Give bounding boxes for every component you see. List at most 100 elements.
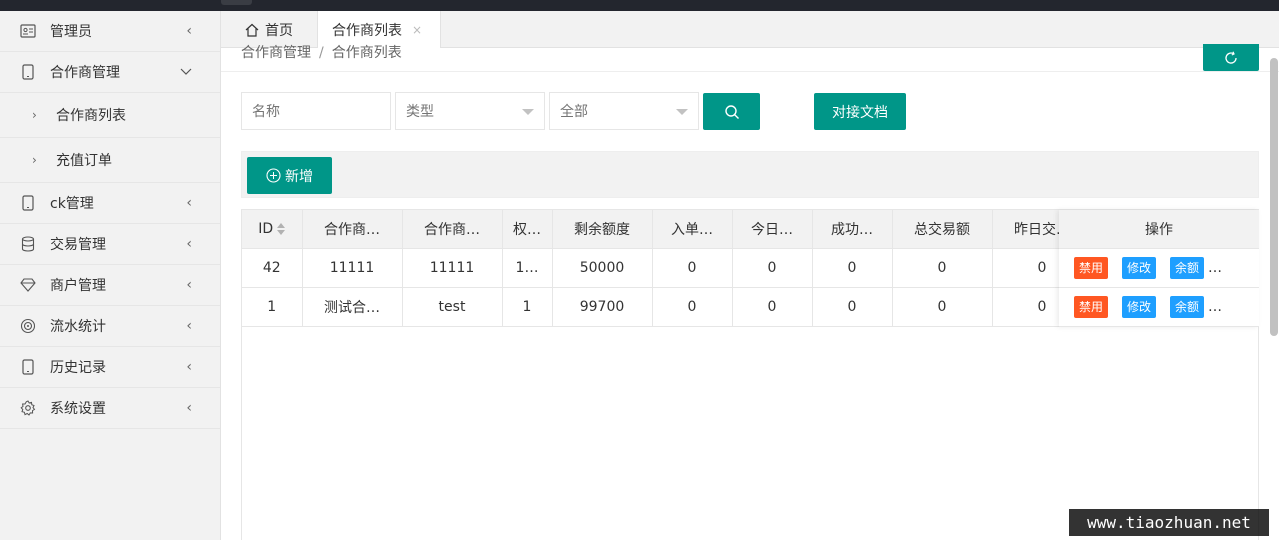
column-header: 合作商… [402, 210, 503, 249]
chevron-left-icon: ‹ [186, 318, 192, 334]
table-row[interactable]: 42 11111 11111 1… 50000 0 0 0 0 0 [242, 248, 1093, 288]
balance-button[interactable]: 余额 [1170, 257, 1205, 279]
search-button[interactable] [703, 93, 760, 130]
sidebar-subitem-recharge-orders[interactable]: › 充值订单 [0, 138, 220, 183]
sidebar-item-statistics[interactable]: 流水统计 ‹ [0, 306, 220, 347]
sidebar-item-admin[interactable]: 管理员 ‹ [0, 11, 220, 52]
type-select-value: 类型 [406, 104, 434, 120]
edit-button[interactable]: 修改 [1122, 257, 1157, 279]
name-input-placeholder: 名称 [252, 104, 280, 120]
status-select[interactable]: 全部 [549, 92, 699, 130]
sidebar: 管理员 ‹ 合作商管理 › 合作商列表 › 充值订单 ck管理 ‹ 交易管理 ‹ [0, 11, 221, 540]
refresh-button[interactable] [1203, 44, 1259, 71]
table-cell: 1… [502, 248, 553, 288]
vertical-scrollbar[interactable] [1270, 58, 1278, 336]
chevron-down-icon [180, 64, 192, 80]
breadcrumb: 合作商管理 / 合作商列表 [241, 42, 402, 62]
table-row[interactable]: 1 测试合… test 1 99700 0 0 0 0 0 [242, 287, 1093, 327]
balance-button[interactable]: 余额 [1170, 296, 1205, 318]
breadcrumb-separator: / [319, 45, 324, 61]
operations-column: 操作 禁用 修改 余额 … 禁用 修改 余额 … [1059, 210, 1259, 327]
breadcrumb-divider [221, 71, 1279, 72]
chevron-left-icon: ‹ [186, 23, 192, 39]
table-header-row: ID 合作商… 合作商… 权… 剩余额度 入单… 今日… 成功… 总交易额 昨日… [242, 210, 1093, 249]
top-bar-handle [221, 0, 252, 5]
watermark: www.tiaozhuan.net [1069, 509, 1269, 536]
partner-table: ID 合作商… 合作商… 权… 剩余额度 入单… 今日… 成功… 总交易额 昨日… [241, 209, 1259, 540]
disable-button[interactable]: 禁用 [1074, 257, 1109, 279]
chevron-left-icon: ‹ [186, 236, 192, 252]
breadcrumb-parent[interactable]: 合作商管理 [241, 45, 311, 61]
column-header: 今日… [732, 210, 813, 249]
column-header-operations: 操作 [1059, 210, 1259, 249]
table-cell: 0 [892, 248, 993, 288]
sidebar-item-label: 历史记录 [50, 360, 106, 376]
sidebar-item-label: 管理员 [50, 24, 92, 40]
edit-button[interactable]: 修改 [1122, 296, 1157, 318]
sidebar-item-partner-management[interactable]: 合作商管理 [0, 52, 220, 93]
table-cell: 测试合… [302, 287, 403, 327]
tab-label: 首页 [265, 22, 293, 39]
diamond-icon [20, 277, 36, 293]
type-select[interactable]: 类型 [395, 92, 545, 130]
more-actions[interactable]: … [1208, 299, 1222, 315]
table-cell: 0 [732, 287, 813, 327]
sidebar-item-ck-management[interactable]: ck管理 ‹ [0, 183, 220, 224]
close-icon[interactable]: × [412, 23, 422, 37]
table-cell: 1 [242, 287, 303, 327]
table-cell: 1 [502, 287, 553, 327]
table-toolbar: 新增 [241, 151, 1259, 198]
table-cell: 0 [652, 248, 733, 288]
phone-icon [20, 195, 36, 211]
table-cell: 42 [242, 248, 303, 288]
caret-down-icon [676, 109, 688, 115]
sidebar-item-label: 商户管理 [50, 278, 106, 294]
column-header: 剩余额度 [552, 210, 653, 249]
table-cell: 0 [812, 287, 893, 327]
table-cell: 11111 [302, 248, 403, 288]
sort-icon[interactable] [277, 222, 286, 235]
more-actions[interactable]: … [1208, 260, 1222, 276]
table-cell: 11111 [402, 248, 503, 288]
sidebar-subitem-label: 充值订单 [56, 153, 112, 169]
sidebar-item-label: 系统设置 [50, 401, 106, 417]
sidebar-subitem-partner-list[interactable]: › 合作商列表 [0, 93, 220, 138]
chevron-left-icon: ‹ [186, 195, 192, 211]
disable-button[interactable]: 禁用 [1074, 296, 1109, 318]
column-header: 成功… [812, 210, 893, 249]
top-bar [0, 0, 1279, 11]
database-icon [20, 236, 36, 252]
target-icon [20, 318, 36, 334]
chevron-left-icon: ‹ [186, 277, 192, 293]
phone-icon [20, 64, 36, 80]
search-icon [724, 104, 740, 120]
chevron-right-icon: › [32, 108, 37, 122]
sidebar-item-history[interactable]: 历史记录 ‹ [0, 347, 220, 388]
table-cell: 0 [892, 287, 993, 327]
add-button[interactable]: 新增 [247, 157, 332, 194]
main-content: 合作商管理 / 合作商列表 名称 类型 全部 对接文档 新增 ID 合作商… 合… [221, 44, 1279, 540]
sidebar-item-label: 交易管理 [50, 237, 106, 253]
column-header: 权… [502, 210, 553, 249]
id-card-icon [20, 23, 36, 39]
sidebar-item-merchants[interactable]: 商户管理 ‹ [0, 265, 220, 306]
phone-icon [20, 359, 36, 375]
sidebar-subitem-label: 合作商列表 [56, 108, 126, 124]
data-table: ID 合作商… 合作商… 权… 剩余额度 入单… 今日… 成功… 总交易额 昨日… [242, 210, 1093, 327]
column-header: 总交易额 [892, 210, 993, 249]
gear-icon [20, 400, 36, 416]
plus-circle-icon [266, 168, 281, 183]
sidebar-item-transactions[interactable]: 交易管理 ‹ [0, 224, 220, 265]
sidebar-item-settings[interactable]: 系统设置 ‹ [0, 388, 220, 429]
tab-label: 合作商列表 [332, 23, 402, 39]
table-cell: 0 [732, 248, 813, 288]
sidebar-item-label: 合作商管理 [50, 65, 120, 81]
sidebar-item-label: ck管理 [50, 196, 94, 212]
api-doc-button[interactable]: 对接文档 [814, 93, 906, 130]
name-input[interactable]: 名称 [241, 92, 391, 130]
column-header: 入单… [652, 210, 733, 249]
column-header-id[interactable]: ID [242, 210, 303, 249]
table-cell: 0 [812, 248, 893, 288]
row-actions: 禁用 修改 余额 … [1059, 288, 1259, 327]
row-actions: 禁用 修改 余额 … [1059, 249, 1259, 288]
